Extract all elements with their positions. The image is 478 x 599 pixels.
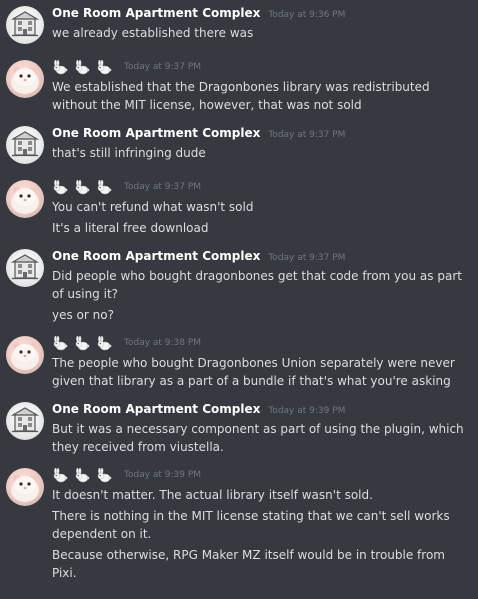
message-timestamp: Today at 9:37 PM xyxy=(268,253,346,263)
rabbit-icon xyxy=(74,335,90,351)
chat-message: Today at 9:39 PM It doesn't matter. The a… xyxy=(0,466,478,582)
message-timestamp: Today at 9:36 PM xyxy=(268,10,346,20)
rabbit-icon xyxy=(96,179,112,195)
building-avatar-icon[interactable] xyxy=(6,402,44,440)
chat-message: Today at 9:37 PM We established that the … xyxy=(0,58,478,114)
message-header: Today at 9:38 PM xyxy=(52,334,470,352)
chat-message: One Room Apartment Complex Today at 9:36 … xyxy=(0,4,478,48)
building-avatar-icon[interactable] xyxy=(6,126,44,164)
rabbit-icon xyxy=(52,179,68,195)
rabbit-icon xyxy=(74,179,90,195)
rabbit-icon xyxy=(74,467,90,483)
chat-message: Today at 9:37 PM You can't refund what wa… xyxy=(0,178,478,237)
username-emoji[interactable] xyxy=(52,335,112,351)
message-header: Today at 9:37 PM xyxy=(52,58,470,76)
hamster-avatar-icon[interactable] xyxy=(6,468,44,506)
username[interactable]: One Room Apartment Complex xyxy=(52,247,260,265)
rabbit-icon xyxy=(74,59,90,75)
message-timestamp: Today at 9:37 PM xyxy=(268,130,346,140)
message-text: The people who bought Dragonbones Union … xyxy=(52,356,455,388)
rabbit-icon xyxy=(52,59,68,75)
rabbit-icon xyxy=(96,335,112,351)
message-timestamp: Today at 9:37 PM xyxy=(124,62,202,72)
message-text: We established that the Dragonbones libr… xyxy=(52,80,430,112)
username-emoji[interactable] xyxy=(52,179,112,195)
building-avatar-icon[interactable] xyxy=(6,249,44,287)
message-text: that's still infringing dude xyxy=(52,146,206,160)
rabbit-icon xyxy=(52,335,68,351)
message-header: Today at 9:37 PM xyxy=(52,178,470,196)
message-header: One Room Apartment Complex Today at 9:37 … xyxy=(52,247,470,265)
rabbit-icon xyxy=(52,467,68,483)
username[interactable]: One Room Apartment Complex xyxy=(52,124,260,142)
hamster-avatar-icon[interactable] xyxy=(6,336,44,374)
chat-message: One Room Apartment Complex Today at 9:37 … xyxy=(0,247,478,324)
message-timestamp: Today at 9:39 PM xyxy=(268,406,346,416)
username-emoji[interactable] xyxy=(52,59,112,75)
message-text: There is nothing in the MIT license stat… xyxy=(52,509,450,541)
message-text: It's a literal free download xyxy=(52,221,209,235)
message-header: One Room Apartment Complex Today at 9:36 … xyxy=(52,4,470,22)
username[interactable]: One Room Apartment Complex xyxy=(52,400,260,418)
username[interactable]: One Room Apartment Complex xyxy=(52,4,260,22)
chat-message: One Room Apartment Complex Today at 9:37 … xyxy=(0,124,478,168)
message-timestamp: Today at 9:39 PM xyxy=(124,470,202,480)
username-emoji[interactable] xyxy=(52,467,112,483)
message-text: It doesn't matter. The actual library it… xyxy=(52,488,373,502)
message-text: Did people who bought dragonbones get th… xyxy=(52,269,462,301)
message-text: But it was a necessary component as part… xyxy=(52,422,464,454)
message-text: yes or no? xyxy=(52,308,114,322)
chat-message: Today at 9:38 PM The people who bought Dr… xyxy=(0,334,478,390)
message-text: You can't refund what wasn't sold xyxy=(52,200,254,214)
chat-message-list: One Room Apartment Complex Today at 9:36 … xyxy=(0,0,478,599)
message-header: One Room Apartment Complex Today at 9:37 … xyxy=(52,124,470,142)
message-text: Because otherwise, RPG Maker MZ itself w… xyxy=(52,548,445,580)
message-text: we already established there was xyxy=(52,26,254,40)
hamster-avatar-icon[interactable] xyxy=(6,180,44,218)
rabbit-icon xyxy=(96,467,112,483)
chat-message: One Room Apartment Complex Today at 9:39 … xyxy=(0,400,478,456)
rabbit-icon xyxy=(96,59,112,75)
message-timestamp: Today at 9:37 PM xyxy=(124,182,202,192)
message-header: One Room Apartment Complex Today at 9:39 … xyxy=(52,400,470,418)
hamster-avatar-icon[interactable] xyxy=(6,60,44,98)
building-avatar-icon[interactable] xyxy=(6,6,44,44)
message-timestamp: Today at 9:38 PM xyxy=(124,338,202,348)
message-header: Today at 9:39 PM xyxy=(52,466,470,484)
